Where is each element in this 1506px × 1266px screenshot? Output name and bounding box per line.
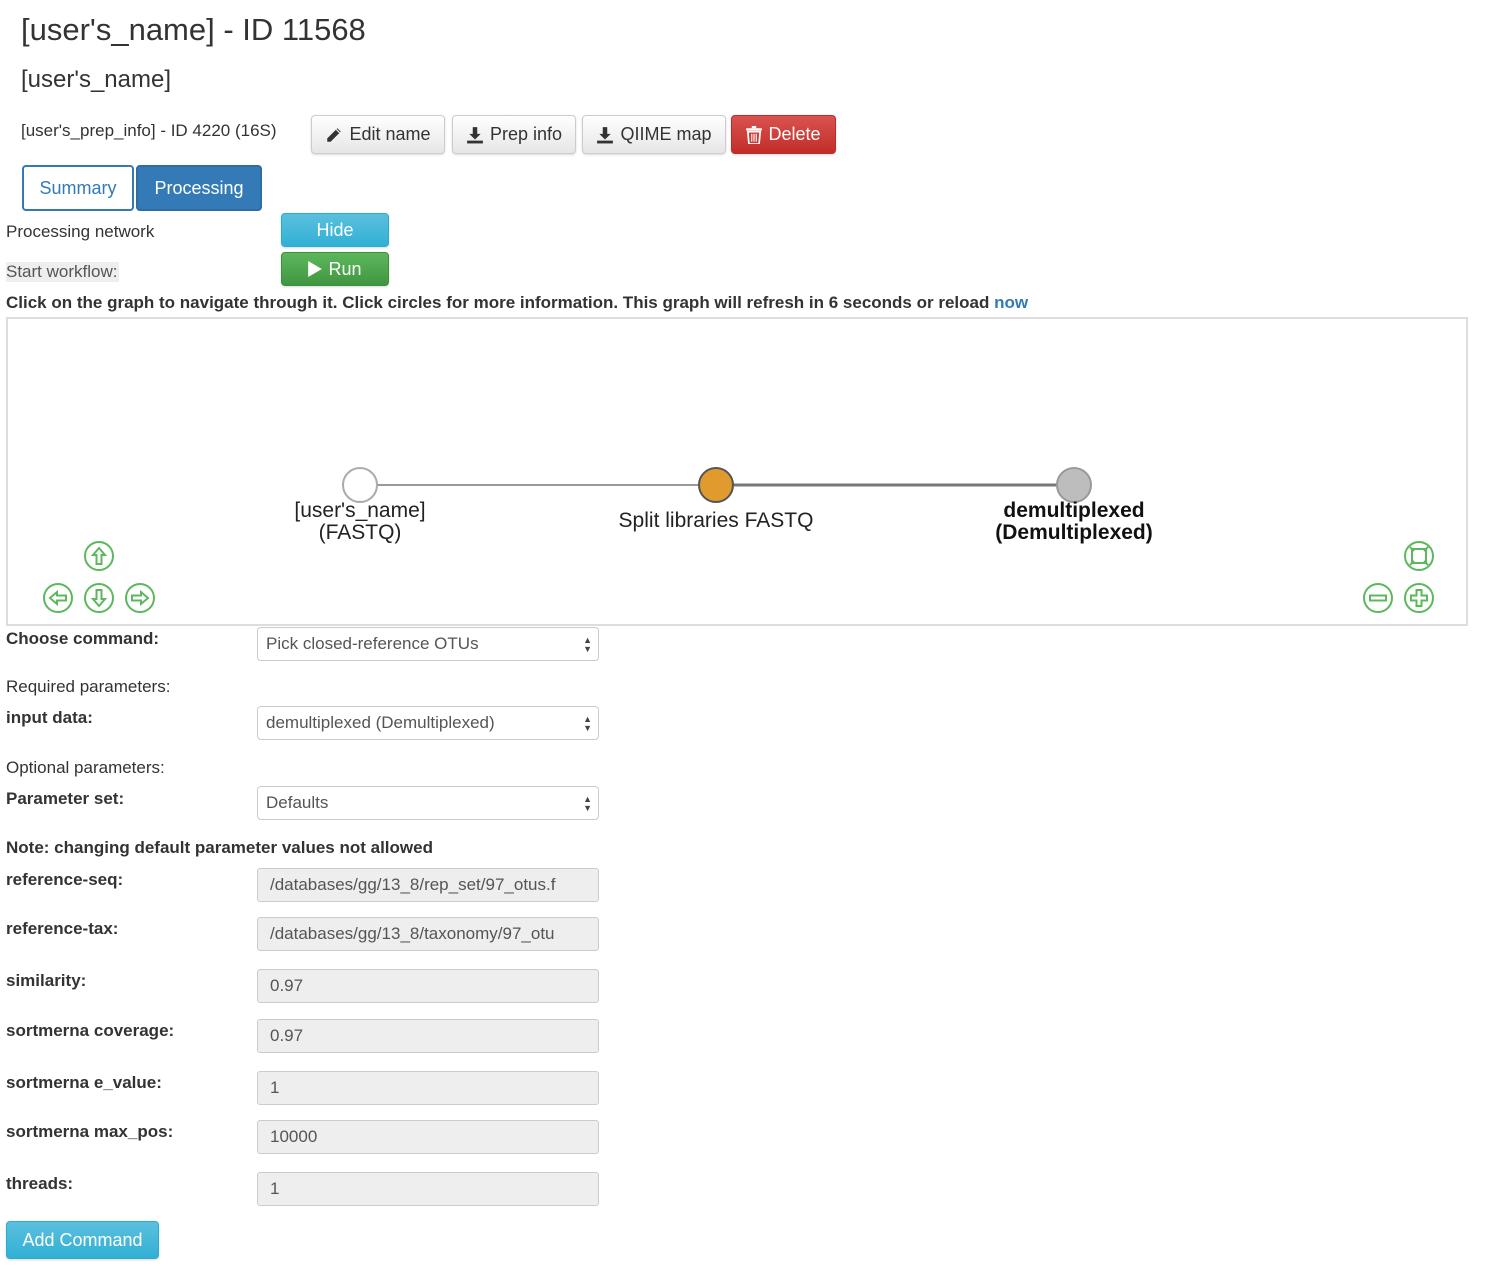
select-arrows-icon: ▲ ▼ — [583, 794, 592, 813]
param-input-sortmerna-max-pos[interactable]: 10000 — [257, 1120, 599, 1154]
tab-processing[interactable]: Processing — [136, 165, 262, 211]
optional-parameters-label: Optional parameters: — [6, 758, 165, 777]
param-label-reference-tax: reference-tax: — [6, 919, 119, 938]
processing-graph[interactable]: [user's_name] (FASTQ) Split libraries FA… — [6, 317, 1468, 626]
node-circle[interactable] — [698, 467, 734, 503]
param-input-reference-seq[interactable]: /databases/gg/13_8/rep_set/97_otus.f — [257, 868, 599, 902]
input-data-select-value: demultiplexed (Demultiplexed) — [266, 713, 495, 732]
graph-canvas[interactable]: [user's_name] (FASTQ) Split libraries FA… — [8, 319, 1466, 624]
zoom-in-icon[interactable] — [1404, 583, 1434, 613]
processing-network-label: Processing network — [6, 222, 155, 241]
page-title: [user's_name] - ID 11568 — [21, 12, 366, 47]
param-input-reference-tax[interactable]: /databases/gg/13_8/taxonomy/97_otu — [257, 917, 599, 951]
edit-name-label: Edit name — [349, 124, 431, 144]
node-label-line1: Split libraries FASTQ — [619, 509, 814, 532]
command-select[interactable]: Pick closed-reference OTUs ▲ ▼ — [257, 627, 599, 661]
edit-name-button[interactable]: Edit name — [311, 115, 445, 154]
pan-down-icon[interactable] — [84, 583, 114, 613]
command-select-value: Pick closed-reference OTUs — [266, 634, 479, 653]
pan-up-icon[interactable] — [84, 541, 114, 571]
param-label-sortmerna-coverage: sortmerna coverage: — [6, 1021, 175, 1040]
trash-icon — [746, 125, 763, 144]
pencil-icon — [327, 127, 342, 142]
param-input-sortmerna-coverage[interactable]: 0.97 — [257, 1019, 599, 1053]
node-circle[interactable] — [342, 467, 378, 503]
hide-button[interactable]: Hide — [281, 213, 389, 247]
run-label: Run — [328, 258, 362, 279]
fit-icon[interactable] — [1404, 541, 1434, 571]
graph-node-split-libraries[interactable]: Split libraries FASTQ — [619, 467, 814, 532]
study-subtitle: [user's_name] — [21, 66, 171, 93]
param-label-reference-seq: reference-seq: — [6, 870, 124, 889]
param-label-sortmerna-max-pos: sortmerna max_pos: — [6, 1122, 174, 1141]
tab-summary[interactable]: Summary — [22, 165, 134, 211]
node-label-line2: (FASTQ) — [319, 521, 402, 544]
download-icon — [467, 126, 483, 143]
prep-info-label: [user's_prep_info] - ID 4220 (16S) — [21, 121, 277, 140]
reload-now-link[interactable]: now — [994, 293, 1028, 312]
graph-node-raw[interactable]: [user's_name] (FASTQ) — [294, 467, 426, 544]
defaults-note: Note: changing default parameter values … — [6, 838, 433, 857]
download-icon — [597, 126, 614, 143]
delete-button[interactable]: Delete — [731, 115, 836, 154]
parameter-set-select-value: Defaults — [266, 793, 329, 812]
param-label-threads: threads: — [6, 1174, 74, 1193]
param-input-threads[interactable]: 1 — [257, 1172, 599, 1206]
input-data-select[interactable]: demultiplexed (Demultiplexed) ▲ ▼ — [257, 706, 599, 740]
node-label-line2: (Demultiplexed) — [995, 521, 1153, 544]
node-label-line1: [user's_name] — [294, 499, 425, 522]
input-data-label: input data: — [6, 708, 93, 727]
param-input-similarity[interactable]: 0.97 — [257, 969, 599, 1003]
run-button[interactable]: Run — [281, 252, 389, 286]
qiime-map-label: QIIME map — [620, 124, 712, 144]
param-input-sortmerna-e-value[interactable]: 1 — [257, 1071, 599, 1105]
parameter-set-select[interactable]: Defaults ▲ ▼ — [257, 786, 599, 820]
add-command-button[interactable]: Add Command — [6, 1221, 159, 1259]
parameter-set-label: Parameter set: — [6, 789, 125, 808]
qiime-map-button[interactable]: QIIME map — [582, 115, 726, 154]
start-workflow-label: Start workflow: — [6, 262, 120, 282]
param-label-sortmerna-e-value: sortmerna e_value: — [6, 1073, 162, 1092]
choose-command-label: Choose command: — [6, 629, 160, 648]
pan-right-icon[interactable] — [125, 583, 155, 613]
prep-info-button[interactable]: Prep info — [452, 115, 576, 154]
pan-left-icon[interactable] — [43, 583, 73, 613]
delete-label: Delete — [768, 124, 821, 144]
param-label-similarity: similarity: — [6, 971, 87, 990]
prep-info-label-text: Prep info — [489, 124, 563, 144]
node-circle[interactable] — [1056, 467, 1092, 503]
node-label-line1: demultiplexed — [1003, 499, 1144, 522]
graph-hint: Click on the graph to navigate through i… — [6, 293, 1028, 313]
zoom-out-icon[interactable] — [1363, 583, 1393, 613]
graph-node-demultiplexed[interactable]: demultiplexed (Demultiplexed) — [995, 467, 1153, 544]
select-arrows-icon: ▲ ▼ — [583, 714, 592, 733]
select-arrows-icon: ▲ ▼ — [583, 635, 592, 654]
play-icon — [308, 261, 323, 277]
required-parameters-label: Required parameters: — [6, 677, 171, 696]
graph-hint-text: Click on the graph to navigate through i… — [6, 293, 995, 312]
